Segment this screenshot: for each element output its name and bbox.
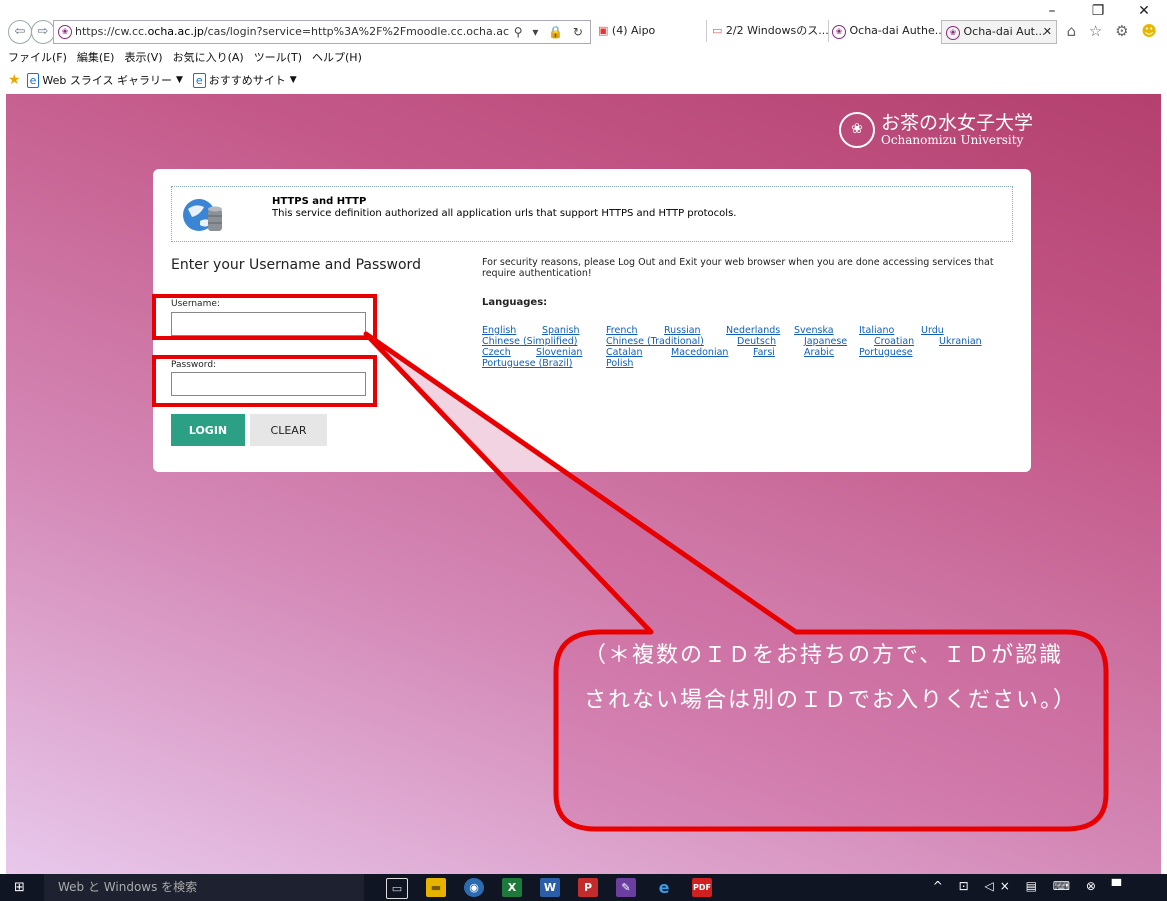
tab-label: 2/2 Windowsのス... — [725, 24, 829, 37]
url-text[interactable]: https://cw.cc.ocha.ac.jp/cas/login?servi… — [72, 21, 510, 43]
task-view-icon[interactable]: ▭ — [386, 878, 408, 899]
forward-button[interactable]: ⇨ — [31, 20, 55, 44]
site-favicon-icon: ❀ — [946, 26, 960, 40]
menu-tools[interactable]: ツール(T) — [254, 49, 302, 67]
menu-favorites[interactable]: お気に入り(A) — [173, 49, 244, 67]
paint-app-icon[interactable]: ✎ — [616, 878, 636, 897]
favorites-star-icon[interactable]: ★ — [8, 72, 21, 88]
favorites-bar: ★ e Web スライス ギャラリー ▼ e おすすめサイト ▼ — [8, 70, 307, 90]
callout-bubble — [363, 331, 1109, 832]
pdf-reader-icon[interactable]: PDF — [692, 878, 712, 897]
windows-start-icon[interactable]: ⊞ — [14, 881, 28, 895]
tab-ocha-auth-active[interactable]: ❀ Ocha-dai Aut... ✕ — [941, 20, 1057, 44]
tab-label: Ocha-dai Authe... — [849, 24, 943, 37]
address-tools-icons[interactable]: ⚲ ▾ 🔒 ↻ — [510, 21, 590, 43]
feedback-smile-icon[interactable]: ☻ — [1141, 22, 1161, 40]
system-tray[interactable]: ^ ⊡ ◁× ▤ ⌨ ⊗ ▀ — [933, 879, 1127, 893]
page-content: ❀ お茶の水女子大学 Ochanomizu University HTTPS a… — [6, 94, 1161, 874]
ie-page-icon: e — [192, 72, 206, 88]
tab-ocha-auth-1[interactable]: ❀ Ocha-dai Authe... — [828, 20, 943, 42]
menu-help[interactable]: ヘルプ(H) — [312, 49, 362, 67]
browser-app-icon[interactable]: ◉ — [464, 878, 484, 897]
tab-label: (4) Aipo — [611, 24, 656, 37]
fav-web-slice-gallery[interactable]: Web スライス ギャラリー — [42, 72, 172, 88]
tab-aipo[interactable]: ▣ (4) Aipo — [594, 20, 707, 42]
menu-bar: ファイル(F) 編集(E) 表示(V) お気に入り(A) ツール(T) ヘルプ(… — [8, 49, 362, 67]
menu-file[interactable]: ファイル(F) — [8, 49, 67, 67]
pdf-editor-icon[interactable]: P — [578, 878, 598, 897]
menu-view[interactable]: 表示(V) — [124, 49, 162, 67]
internet-explorer-icon[interactable]: e — [654, 878, 674, 897]
home-favorites-settings-icon[interactable]: ⌂ ☆ ⚙ — [1067, 22, 1133, 40]
menu-edit[interactable]: 編集(E) — [77, 49, 115, 67]
taskbar-search[interactable]: Web と Windows を検索 — [44, 874, 364, 901]
back-button[interactable]: ⇦ — [8, 20, 32, 44]
tab-close-icon[interactable]: ✕ — [1043, 21, 1052, 43]
file-explorer-icon[interactable]: ▬ — [426, 878, 446, 897]
page-icon: ▭ — [712, 24, 723, 37]
site-favicon-icon: ❀ — [832, 25, 846, 39]
taskbar: ⊞ Web と Windows を検索 ▭ ▬ ◉ X W P ✎ e PDF … — [0, 874, 1167, 901]
fav-suggested-sites[interactable]: おすすめサイト — [209, 72, 286, 88]
callout-message: （＊複数のＩＤをお持ちの方で、ＩＤが認識されない場合は別のＩＤでお入りください。… — [584, 643, 1078, 713]
ie-page-icon: e — [26, 72, 40, 88]
taskbar-apps: ▭ ▬ ◉ X W P ✎ e PDF — [386, 878, 712, 899]
tab-windows[interactable]: ▭ 2/2 Windowsのス... — [708, 20, 829, 42]
tab-label: Ocha-dai Aut... — [963, 25, 1046, 38]
address-bar[interactable]: ❀ https://cw.cc.ocha.ac.jp/cas/login?ser… — [53, 20, 591, 44]
aipo-icon: ▣ — [598, 24, 609, 37]
word-icon[interactable]: W — [540, 878, 560, 897]
site-favicon-icon: ❀ — [58, 25, 72, 39]
excel-icon[interactable]: X — [502, 878, 522, 897]
chevron-down-icon[interactable]: ▼ — [176, 75, 183, 85]
chevron-down-icon[interactable]: ▼ — [290, 75, 297, 85]
browser-toolbar-icons[interactable]: ⌂ ☆ ⚙ ☻ — [1067, 22, 1161, 40]
address-tab-bar: ⇦ ⇨ ❀ https://cw.cc.ocha.ac.jp/cas/login… — [0, 18, 1167, 46]
